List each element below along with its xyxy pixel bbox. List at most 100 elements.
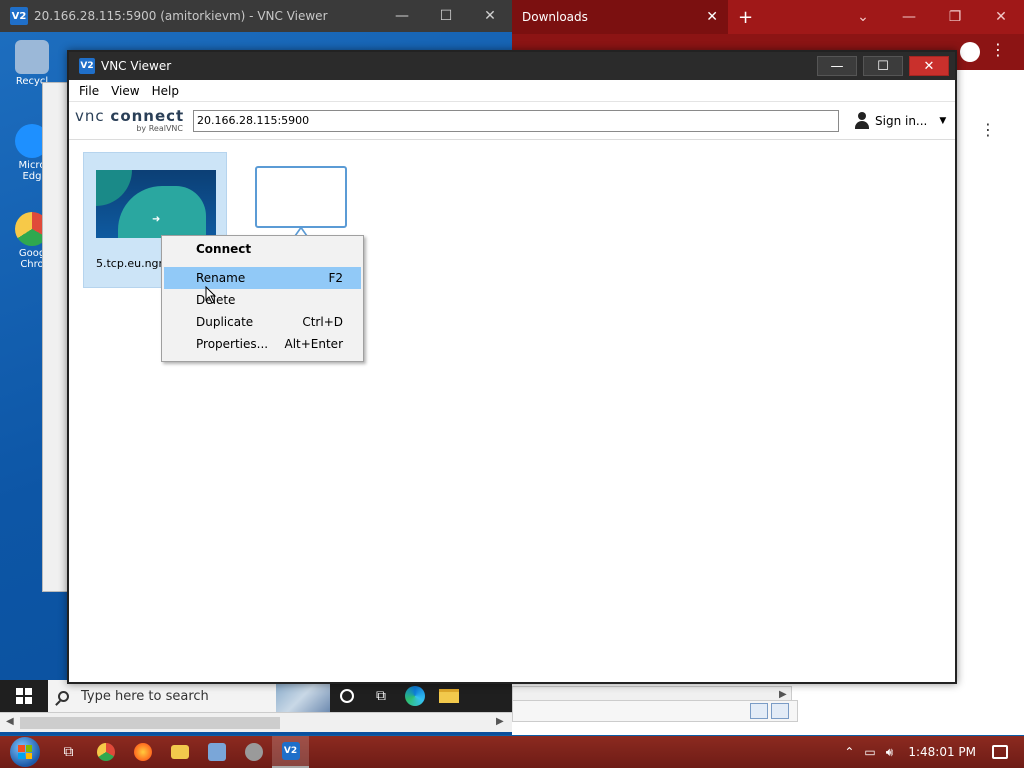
tool-taskbar-button[interactable]: [235, 736, 272, 768]
sign-in-label: Sign in...: [875, 113, 928, 128]
context-menu-rename[interactable]: Rename F2: [164, 267, 361, 289]
details-view-icon[interactable]: [750, 703, 768, 719]
minimize-button[interactable]: —: [817, 56, 857, 76]
close-tab-icon[interactable]: ✕: [706, 9, 718, 25]
explorer-taskbar-button[interactable]: [161, 736, 198, 768]
task-view-button[interactable]: ⧉: [364, 680, 398, 712]
maximize-button[interactable]: ☐: [863, 56, 903, 76]
vnc-toolbar: vnc connect by RealVNC Sign in... ▼: [69, 102, 955, 140]
windows-logo-icon: [16, 688, 32, 704]
remote-taskbar: Type here to search ⧉: [0, 680, 512, 712]
profile-avatar[interactable]: [960, 42, 980, 62]
cortana-icon: [340, 689, 354, 703]
task-view-icon: ⧉: [376, 688, 386, 704]
browser-close-button[interactable]: ✕: [978, 9, 1024, 25]
vnc-viewer-window: V2 VNC Viewer — ☐ ✕ File View Help vnc c…: [67, 50, 957, 684]
notification-icon[interactable]: [992, 745, 1008, 759]
system-tray: ⌃ ▭ 🔊︎ 1:48:01 PM: [839, 736, 1024, 768]
chrome-taskbar-icon: [96, 743, 115, 761]
task-view-icon: ⧉: [63, 744, 74, 760]
browser-tab-downloads[interactable]: Downloads ✕: [512, 0, 728, 34]
remote-search-box[interactable]: Type here to search: [48, 680, 330, 712]
browser-restore-button[interactable]: ❐: [932, 9, 978, 25]
scrollbar-thumb[interactable]: [20, 717, 280, 729]
scroll-right-icon[interactable]: ▶: [496, 716, 504, 727]
clock[interactable]: 1:48:01 PM: [908, 745, 976, 759]
chevron-down-icon: ▼: [939, 115, 947, 126]
menu-item-label: Duplicate: [196, 315, 254, 329]
vnc-app-icon: V2: [10, 7, 28, 25]
folder-icon: [439, 689, 459, 703]
menu-view[interactable]: View: [105, 84, 145, 98]
new-connection-monitor-icon[interactable]: [255, 166, 347, 228]
edge-icon: [405, 686, 425, 706]
context-menu: Connect Rename F2 Delete Duplicate Ctrl+…: [161, 235, 364, 362]
browser-minimize-button[interactable]: —: [886, 9, 932, 25]
recycle-bin-icon: [15, 40, 49, 74]
address-input[interactable]: [193, 109, 839, 132]
chrome-taskbar-button[interactable]: [87, 736, 124, 768]
search-icon: [58, 690, 69, 702]
vnc-viewer-taskbar-button[interactable]: V2: [272, 736, 309, 768]
remote-maximize-button[interactable]: ☐: [424, 0, 468, 32]
logo-word-vnc: vnc: [75, 106, 105, 125]
remote-close-button[interactable]: ✕: [468, 0, 512, 32]
host-taskbar: ⧉ V2 ⌃ ▭ 🔊︎ 1:48:01 PM: [0, 736, 1024, 768]
recycle-bin-desktop-item[interactable]: Recycl: [8, 40, 56, 87]
context-menu-properties[interactable]: Properties... Alt+Enter: [162, 333, 363, 355]
mouse-cursor-icon: [205, 286, 217, 304]
scroll-right-icon[interactable]: ▶: [779, 689, 787, 700]
show-hidden-icons-icon[interactable]: ⌃: [844, 745, 854, 759]
scroll-left-icon[interactable]: ◀: [6, 716, 14, 727]
large-icons-view-icon[interactable]: [771, 703, 789, 719]
menu-item-shortcut: F2: [328, 271, 343, 285]
firefox-taskbar-icon: [133, 743, 152, 761]
user-icon: [853, 111, 871, 130]
browser-tabbar: Downloads ✕ + ⌄ — ❐ ✕: [512, 0, 1024, 34]
search-placeholder: Type here to search: [81, 688, 209, 704]
file-window-statusbar: [512, 700, 798, 722]
browser-tab-title: Downloads: [522, 10, 588, 24]
new-tab-icon[interactable]: +: [738, 7, 753, 28]
vnc-window-title: VNC Viewer: [101, 59, 172, 73]
context-menu-connect[interactable]: Connect: [162, 238, 363, 260]
browser-menu-icon[interactable]: ⋮: [990, 40, 1006, 59]
vnc-connect-logo: vnc connect by RealVNC: [75, 106, 187, 133]
remote-start-button[interactable]: [0, 680, 48, 712]
host-start-button[interactable]: [0, 736, 50, 768]
explorer-taskbar-icon: [170, 745, 189, 759]
remote-minimize-button[interactable]: —: [380, 0, 424, 32]
context-menu-duplicate[interactable]: Duplicate Ctrl+D: [162, 311, 363, 333]
sign-in-button[interactable]: Sign in... ▼: [853, 111, 947, 130]
cursor-arrow-icon: ➜: [152, 214, 161, 225]
network-app-taskbar-icon: [207, 743, 226, 761]
menu-file[interactable]: File: [73, 84, 105, 98]
windows-orb-icon: [10, 737, 40, 767]
vnc-app-icon: V2: [79, 58, 95, 74]
logo-byline: by RealVNC: [136, 123, 183, 133]
search-highlight-image: [276, 680, 330, 712]
menu-item-label: Properties...: [196, 337, 269, 351]
cortana-button[interactable]: [330, 680, 364, 712]
menu-bar: File View Help: [69, 80, 955, 102]
edge-taskbar-button[interactable]: [398, 680, 432, 712]
close-button[interactable]: ✕: [909, 56, 949, 76]
context-menu-delete[interactable]: Delete: [162, 289, 363, 311]
vnc-titlebar[interactable]: V2 VNC Viewer — ☐ ✕: [69, 52, 955, 80]
address-book-area[interactable]: ➜ 5.tcp.eu.ngrok.io: [69, 140, 955, 680]
connection-label: 5.tcp.eu.ngrok.io: [96, 257, 164, 270]
remote-session-titlebar[interactable]: V2 20.166.28.115:5900 (amitorkievm) - VN…: [0, 0, 512, 32]
tab-search-icon[interactable]: ⌄: [840, 9, 886, 25]
menu-item-label: Rename: [196, 271, 246, 285]
connection-thumbnail: ➜: [96, 170, 216, 238]
logo-word-connect: connect: [110, 106, 185, 125]
volume-icon[interactable]: 🔊︎: [886, 745, 894, 760]
menu-help[interactable]: Help: [146, 84, 185, 98]
network-icon[interactable]: ▭: [864, 745, 875, 759]
firefox-taskbar-button[interactable]: [124, 736, 161, 768]
task-view-button[interactable]: ⧉: [50, 736, 87, 768]
network-app-taskbar-button[interactable]: [198, 736, 235, 768]
downloads-menu-icon[interactable]: ⋮: [980, 120, 996, 139]
remote-horizontal-scrollbar[interactable]: ◀ ▶: [0, 712, 512, 732]
file-explorer-taskbar-button[interactable]: [432, 680, 466, 712]
